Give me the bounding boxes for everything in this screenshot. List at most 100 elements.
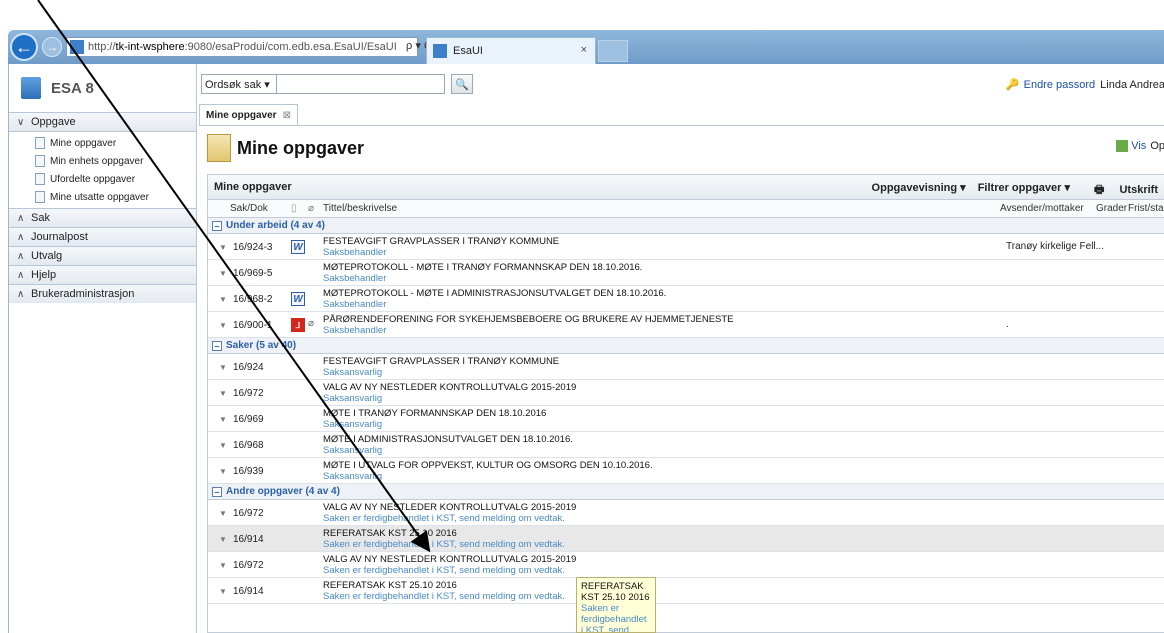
table-row[interactable]: ▼ 16/914 REFERATSAK KST 25.10 2016 Saken er…	[208, 526, 1164, 552]
row-title[interactable]: REFERATSAK KST 25.10 2016	[323, 580, 457, 591]
collapse-icon[interactable]: –	[212, 220, 222, 231]
change-password-link[interactable]: Endre passord	[1024, 79, 1096, 91]
row-title[interactable]: VALG AV NY NESTLEDER KONTROLLUTVALG 2015…	[323, 502, 576, 513]
op-link[interactable]: Op	[1150, 140, 1164, 152]
page-title: Mine oppgaver	[237, 137, 365, 158]
row-title[interactable]: MØTE I UTVALG FOR OPPVEKST, KULTUR OG OM…	[323, 460, 653, 471]
vis-link[interactable]: Vis	[1131, 140, 1146, 152]
table-row[interactable]: ▼ 16/968 MØTE I ADMINISTRASJONSUTVALGET DE…	[208, 432, 1164, 458]
expand-row-icon[interactable]: ▼	[219, 587, 227, 596]
expand-row-icon[interactable]: ▼	[219, 321, 227, 330]
row-title[interactable]: MØTEPROTOKOLL - MØTE I TRANØY FORMANNSKA…	[323, 262, 642, 273]
sidebar-group-hjelp[interactable]: ∧ Hjelp	[9, 265, 196, 284]
row-title[interactable]: MØTE I ADMINISTRASJONSUTVALGET DEN 18.10…	[323, 434, 573, 445]
document-icon	[35, 137, 45, 149]
expand-row-icon[interactable]: ▼	[219, 441, 227, 450]
case-id: 16/914	[233, 586, 264, 597]
table-row[interactable]: ▼ 16/972 VALG AV NY NESTLEDER KONTROLLUTVA…	[208, 552, 1164, 578]
case-id: 16/972	[233, 508, 264, 519]
row-title[interactable]: VALG AV NY NESTLEDER KONTROLLUTVALG 2015…	[323, 382, 576, 393]
col-sak-dok[interactable]: Sak/Dok	[230, 203, 268, 214]
sidebar-group-oppgave[interactable]: ∨ Oppgave	[9, 112, 196, 131]
case-id: 16/972	[233, 388, 264, 399]
search-type-select[interactable]: Ordsøk sak ▾	[201, 74, 277, 94]
close-icon[interactable]: ⊠	[283, 110, 291, 121]
tab-mine-oppgaver[interactable]: Mine oppgaver ⊠	[199, 104, 298, 125]
search-input[interactable]	[277, 74, 445, 94]
row-title[interactable]: FESTEAVGIFT GRAVPLASSER I TRANØY KOMMUNE	[323, 356, 559, 367]
sidebar-group-label: Brukeradministrasjon	[31, 288, 135, 300]
table-row[interactable]: ▼ 16/972 VALG AV NY NESTLEDER KONTROLLUTVA…	[208, 500, 1164, 526]
table-row[interactable]: ▼ 16/914 REFERATSAK KST 25.10 2016 Saken er…	[208, 578, 1164, 604]
expand-row-icon[interactable]: ▼	[219, 535, 227, 544]
row-title[interactable]: PÅRØRENDEFORENING FOR SYKEHJEMSBEBOERE O…	[323, 314, 734, 325]
collapse-icon[interactable]: –	[212, 340, 222, 351]
attachment-icon[interactable]: ⌀	[308, 318, 314, 329]
col-deadline[interactable]: Frist/starte	[1128, 203, 1164, 214]
expand-row-icon[interactable]: ▼	[219, 467, 227, 476]
collapse-icon[interactable]: –	[212, 486, 222, 497]
group-label: Saker (5 av 40)	[226, 340, 297, 351]
url-host: tk-int-wsphere	[115, 41, 185, 53]
back-button[interactable]: ←	[10, 33, 38, 61]
sidebar-group-journalpost[interactable]: ∧ Journalpost	[9, 227, 196, 246]
table-row[interactable]: ▼ 16/969-5 MØTEPROTOKOLL - MØTE I TRANØY F…	[208, 260, 1164, 286]
col-grader[interactable]: Grader	[1096, 203, 1127, 214]
search-icon: 🔍	[455, 78, 469, 91]
browser-tab[interactable]: EsaUI ×	[426, 37, 596, 64]
expand-row-icon[interactable]: ▼	[219, 243, 227, 252]
sidebar-group-label: Hjelp	[31, 269, 57, 281]
sidebar-group-sak[interactable]: ∧ Sak	[9, 208, 196, 227]
sidebar-group-brukeradministrasjon[interactable]: ∧ Brukeradministrasjon	[9, 284, 196, 303]
word-document-icon[interactable]: W	[291, 240, 305, 254]
expand-row-icon[interactable]: ▼	[219, 295, 227, 304]
row-title[interactable]: VALG AV NY NESTLEDER KONTROLLUTVALG 2015…	[323, 554, 576, 565]
table-row[interactable]: ▼ 16/924-3 W FESTEAVGIFT GRAVPLASSER I TRAN…	[208, 234, 1164, 260]
search-bar: Ordsøk sak ▾ 🔍 🔑 Endre passord Linda And…	[199, 64, 1164, 104]
forward-button[interactable]: →	[42, 37, 62, 57]
group-header[interactable]: – Under arbeid (4 av 4)	[208, 218, 1164, 234]
table-row[interactable]: ▼ 16/972 VALG AV NY NESTLEDER KONTROLLUTVA…	[208, 380, 1164, 406]
filter-dropdown[interactable]: Filtrer oppgaver ▾	[978, 181, 1070, 200]
expand-row-icon[interactable]: ▼	[219, 415, 227, 424]
tab-close-icon[interactable]: ×	[581, 44, 587, 56]
row-title[interactable]: FESTEAVGIFT GRAVPLASSER I TRANØY KOMMUNE	[323, 236, 559, 247]
sidebar-group-utvalg[interactable]: ∧ Utvalg	[9, 246, 196, 265]
sidebar-item-mine-oppgaver[interactable]: Mine oppgaver	[9, 134, 196, 152]
view-mode-dropdown[interactable]: Oppgavevisning ▾	[872, 181, 966, 200]
col-title[interactable]: Tittel/beskrivelse	[323, 203, 397, 214]
new-tab-button[interactable]	[598, 40, 628, 62]
pdf-icon[interactable]: ⅃	[291, 318, 305, 332]
table-row[interactable]: ▼ 16/900-1 ⅃ ⌀ PÅRØRENDEFORENING FOR SYKEHJE…	[208, 312, 1164, 338]
sidebar-item-mine-utsatte-oppgaver[interactable]: Mine utsatte oppgaver	[9, 188, 196, 206]
sidebar-group-label: Sak	[31, 212, 50, 224]
sidebar-item-min-enhets-oppgaver[interactable]: Min enhets oppgaver	[9, 152, 196, 170]
expand-row-icon[interactable]: ▼	[219, 363, 227, 372]
row-title[interactable]: MØTE I TRANØY FORMANNSKAP DEN 18.10.2016	[323, 408, 546, 419]
word-document-icon[interactable]: W	[291, 292, 305, 306]
expand-row-icon[interactable]: ▼	[219, 509, 227, 518]
attachment-column-icon: ⌀	[308, 203, 315, 214]
address-bar[interactable]: http://tk-int-wsphere:9080/esaProdui/com…	[66, 37, 418, 57]
sidebar-item-ufordelte-oppgaver[interactable]: Ufordelte oppgaver	[9, 170, 196, 188]
table-row[interactable]: ▼ 16/968-2 W MØTEPROTOKOLL - MØTE I ADMINIS…	[208, 286, 1164, 312]
sidebar-item-label: Ufordelte oppgaver	[50, 173, 136, 185]
chevron-up-icon: ∧	[17, 231, 25, 243]
row-title[interactable]: MØTEPROTOKOLL - MØTE I ADMINISTRASJONSUT…	[323, 288, 666, 299]
print-label: Utskrift	[1119, 184, 1158, 196]
row-title[interactable]: REFERATSAK KST 25.10 2016	[323, 528, 457, 539]
group-header[interactable]: – Saker (5 av 40)	[208, 338, 1164, 354]
row-subtitle: Saken er ferdigbehandlet i KST, send mel…	[323, 539, 565, 550]
search-button[interactable]: 🔍	[451, 74, 473, 94]
col-sender[interactable]: Avsender/mottaker	[1000, 203, 1084, 214]
expand-row-icon[interactable]: ▼	[219, 561, 227, 570]
task-list-icon	[207, 134, 231, 162]
table-row[interactable]: ▼ 16/924 FESTEAVGIFT GRAVPLASSER I TRANØY …	[208, 354, 1164, 380]
table-row[interactable]: ▼ 16/969 MØTE I TRANØY FORMANNSKAP DEN 18.…	[208, 406, 1164, 432]
expand-row-icon[interactable]: ▼	[219, 269, 227, 278]
group-header[interactable]: – Andre oppgaver (4 av 4)	[208, 484, 1164, 500]
print-button[interactable]: 🖶 Utskrift	[1082, 181, 1158, 200]
table-row[interactable]: ▼ 16/939 MØTE I UTVALG FOR OPPVEKST, KULTU…	[208, 458, 1164, 484]
content-tabs: Mine oppgaver ⊠	[199, 104, 1164, 126]
expand-row-icon[interactable]: ▼	[219, 389, 227, 398]
